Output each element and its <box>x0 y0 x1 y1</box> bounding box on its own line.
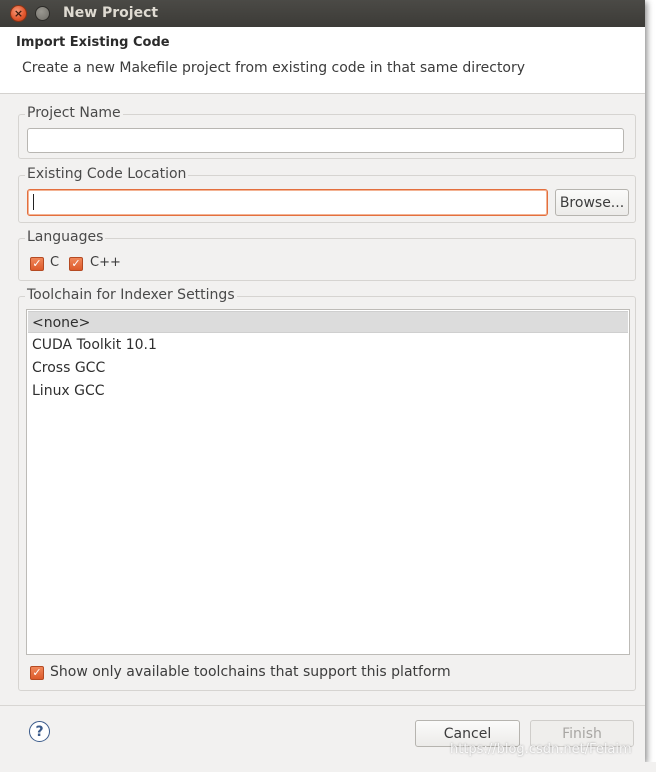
toolchain-item-cuda[interactable]: CUDA Toolkit 10.1 <box>28 334 628 356</box>
close-window-button[interactable]: × <box>10 5 27 22</box>
language-cpp-checkbox[interactable]: ✓ <box>69 257 83 271</box>
toolchain-item-none[interactable]: <none> <box>28 311 628 333</box>
show-supported-toolchains-checkbox[interactable]: ✓ <box>30 666 44 680</box>
languages-label: Languages <box>25 229 106 245</box>
titlebar: × New Project <box>0 0 645 27</box>
window-title: New Project <box>63 5 159 21</box>
minimize-window-button[interactable] <box>35 6 50 21</box>
help-icon[interactable]: ? <box>29 721 50 742</box>
close-icon: × <box>13 7 24 20</box>
toolchain-item-linux-gcc[interactable]: Linux GCC <box>28 380 628 402</box>
watermark: https://blog.csdn.net/Felaim <box>450 742 632 757</box>
show-supported-toolchains-label: Show only available toolchains that supp… <box>50 664 451 680</box>
language-c-checkbox[interactable]: ✓ <box>30 257 44 271</box>
code-location-label: Existing Code Location <box>25 166 189 182</box>
new-project-dialog: × New Project Import Existing Code Creat… <box>0 0 645 762</box>
wizard-page-title: Import Existing Code <box>16 35 170 50</box>
toolchain-label: Toolchain for Indexer Settings <box>25 287 237 303</box>
wizard-page-description: Create a new Makefile project from exist… <box>22 60 526 76</box>
toolchain-list[interactable]: <none> CUDA Toolkit 10.1 Cross GCC Linux… <box>26 309 630 655</box>
footer-separator <box>0 705 645 706</box>
text-caret <box>33 194 34 210</box>
background-bottom-strip <box>0 762 656 772</box>
language-c-label: C <box>50 255 60 270</box>
background-right-strip <box>646 94 656 464</box>
toolchain-item-cross-gcc[interactable]: Cross GCC <box>28 357 628 379</box>
project-name-input[interactable] <box>27 128 624 153</box>
wizard-header: Import Existing Code Create a new Makefi… <box>0 27 645 94</box>
project-name-label: Project Name <box>25 105 123 121</box>
language-cpp-label: C++ <box>90 255 121 270</box>
browse-button[interactable]: Browse... <box>555 189 629 216</box>
code-location-input[interactable] <box>27 189 548 216</box>
